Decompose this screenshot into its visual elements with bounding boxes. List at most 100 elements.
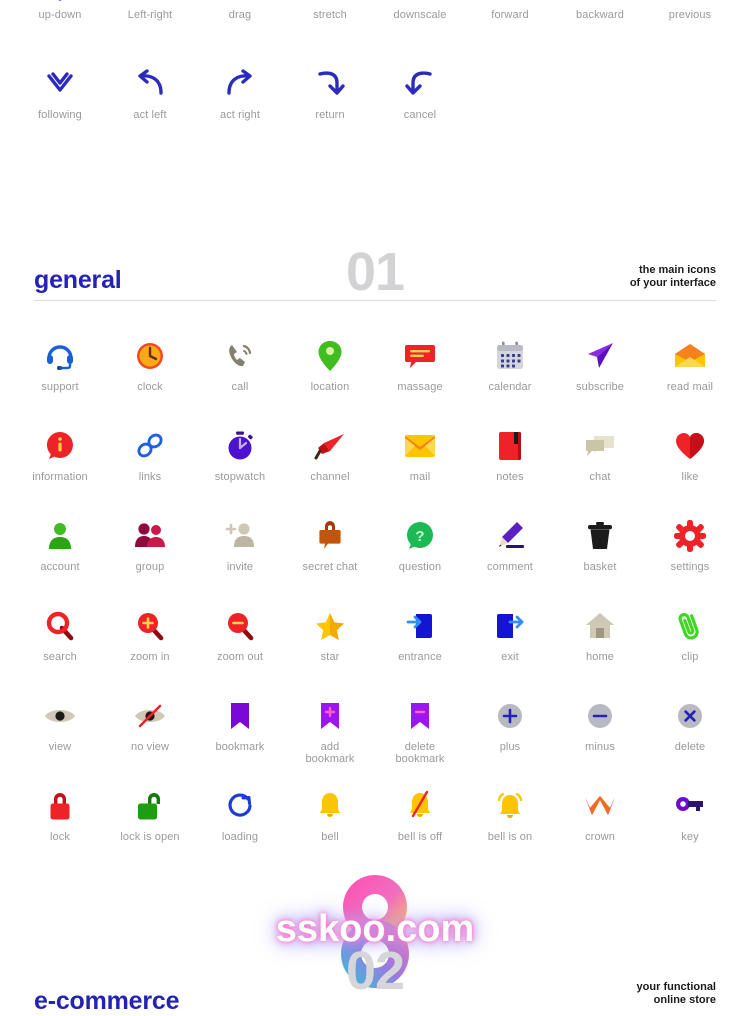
icon-cell-star[interactable]: star [285, 604, 375, 664]
icon-cell-clock[interactable]: clock [105, 334, 195, 394]
section-subtitle: your functional online store [637, 981, 716, 1009]
section-subtitle: the main icons of your interface [630, 264, 716, 292]
icon-label: return [315, 109, 345, 121]
icon-cell-lock-is-open[interactable]: lock is open [105, 784, 195, 844]
icon-cell-forward[interactable]: forward [465, 0, 555, 22]
icon-cell-bookmark[interactable]: bookmark [195, 694, 285, 766]
arrow-left-right-icon [128, 0, 172, 6]
icon-cell-backward[interactable]: backward [555, 0, 645, 22]
icon-label: previous [668, 9, 712, 21]
icon-cell-invite[interactable]: invite [195, 514, 285, 574]
icon-cell-return[interactable]: return [285, 62, 375, 122]
icon-cell-information[interactable]: information [15, 424, 105, 484]
info-bubble-icon [38, 424, 82, 468]
icon-cell-left-right[interactable]: Left-right [105, 0, 195, 22]
icon-cell-group[interactable]: group [105, 514, 195, 574]
icon-label: secret chat [302, 561, 358, 573]
users-icon [128, 514, 172, 558]
icon-cell-read-mail[interactable]: read mail [645, 334, 735, 394]
icon-cell-massage[interactable]: massage [375, 334, 465, 394]
icon-label: exit [501, 651, 519, 663]
icon-cell-notes[interactable]: notes [465, 424, 555, 484]
icon-label: forward [491, 9, 529, 21]
icon-label: group [135, 561, 165, 573]
icon-cell-crown[interactable]: crown [555, 784, 645, 844]
icon-cell-like[interactable]: like [645, 424, 735, 484]
house-icon [578, 604, 622, 648]
forward-icon [488, 0, 532, 6]
icon-cell-stopwatch[interactable]: stopwatch [195, 424, 285, 484]
icon-label: key [681, 831, 699, 843]
icon-cell-call[interactable]: call [195, 334, 285, 394]
icon-cell-secret-chat[interactable]: secret chat [285, 514, 375, 574]
icon-cell-delete-bookmark[interactable]: delete bookmark [375, 694, 465, 766]
section-subtitle-line2: of your interface [629, 277, 716, 290]
icon-cell-act-left[interactable]: act left [105, 62, 195, 122]
icon-label: mail [409, 471, 431, 483]
icon-label: up-down [38, 9, 82, 21]
icon-cell-basket[interactable]: basket [555, 514, 645, 574]
icon-cell-stretch[interactable]: stretch [285, 0, 375, 22]
icon-cell-account[interactable]: account [15, 514, 105, 574]
icon-cell-act-right[interactable]: act right [195, 62, 285, 122]
icon-cell-key[interactable]: key [645, 784, 735, 844]
icon-label: comment [487, 561, 533, 573]
icon-cell-up-down[interactable]: up-down [15, 0, 105, 22]
icon-cell-channel[interactable]: channel [285, 424, 375, 484]
arrows-second-row: following act left act right return canc… [15, 62, 735, 122]
icon-cell-question[interactable]: ? question [375, 514, 465, 574]
icon-label: following [38, 109, 82, 121]
icon-cell-settings[interactable]: settings [645, 514, 735, 574]
icon-cell-view[interactable]: view [15, 694, 105, 766]
icon-cell-entrance[interactable]: entrance [375, 604, 465, 664]
icon-label: downscale [393, 9, 447, 21]
icon-cell-previous[interactable]: previous [645, 0, 735, 22]
icon-label: crown [585, 831, 615, 843]
crown-icon [578, 784, 622, 828]
icon-label: Left-right [127, 9, 173, 21]
icon-cell-subscribe[interactable]: subscribe [555, 334, 645, 394]
key-icon [668, 784, 712, 828]
bell-ringing-icon [488, 784, 532, 828]
icon-cell-cancel[interactable]: cancel [375, 62, 465, 122]
icon-label: entrance [398, 651, 442, 663]
icon-cell-chat[interactable]: chat [555, 424, 645, 484]
icon-cell-minus[interactable]: minus [555, 694, 645, 766]
icon-cell-zoom-in[interactable]: zoom in [105, 604, 195, 664]
icon-cell-bell-is-on[interactable]: bell is on [465, 784, 555, 844]
icon-cell-zoom-out[interactable]: zoom out [195, 604, 285, 664]
icon-label: bell is on [487, 831, 533, 843]
icon-cell-calendar[interactable]: calendar [465, 334, 555, 394]
icon-cell-bell[interactable]: bell [285, 784, 375, 844]
icon-cell-mail[interactable]: mail [375, 424, 465, 484]
icon-cell-no-view[interactable]: no view [105, 694, 195, 766]
icon-cell-loading[interactable]: loading [195, 784, 285, 844]
icon-label: subscribe [576, 381, 624, 393]
icon-cell-links[interactable]: links [105, 424, 195, 484]
icon-label: lock [50, 831, 70, 843]
icon-cell-plus[interactable]: plus [465, 694, 555, 766]
icon-cell-delete[interactable]: delete [645, 694, 735, 766]
icon-label: add bookmark [305, 741, 355, 765]
icon-cell-following[interactable]: following [15, 62, 105, 122]
icon-label: massage [397, 381, 443, 393]
icon-cell-downscale[interactable]: downscale [375, 0, 465, 22]
icon-cell-location[interactable]: location [285, 334, 375, 394]
icon-cell-exit[interactable]: exit [465, 604, 555, 664]
icon-cell-home[interactable]: home [555, 604, 645, 664]
icon-cell-support[interactable]: support [15, 334, 105, 394]
icon-cell-search[interactable]: search [15, 604, 105, 664]
icon-cell-bell-is-off[interactable]: bell is off [375, 784, 465, 844]
icon-cell-clip[interactable]: clip [645, 604, 735, 664]
arrow-curve-right-icon [218, 62, 262, 106]
svg-text:?: ? [415, 528, 424, 545]
arrow-up-down-icon [38, 0, 82, 6]
icon-label: delete [674, 741, 706, 753]
icon-cell-comment[interactable]: comment [465, 514, 555, 574]
icon-cell-add-bookmark[interactable]: add bookmark [285, 694, 375, 766]
section-subtitle-line1: your functional [636, 980, 716, 993]
icon-label: information [32, 471, 88, 483]
icon-label: account [40, 561, 80, 573]
icon-cell-lock[interactable]: lock [15, 784, 105, 844]
icon-cell-drag[interactable]: drag [195, 0, 285, 22]
